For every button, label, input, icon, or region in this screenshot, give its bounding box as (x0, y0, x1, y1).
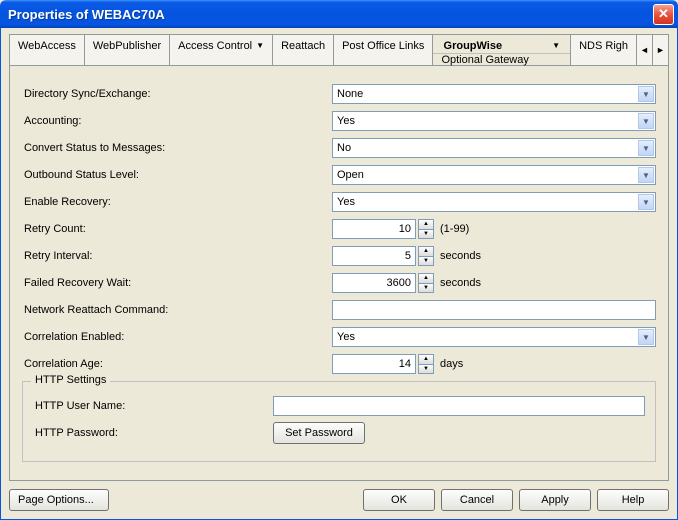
convert-status-select[interactable]: No▼ (332, 138, 656, 158)
retry-count-suffix: (1-99) (440, 223, 469, 235)
tab-bar: WebAccess WebPublisher Access Control▼ R… (9, 34, 669, 66)
tab-access-control[interactable]: Access Control▼ (170, 35, 273, 65)
chevron-up-icon[interactable]: ▲ (418, 219, 434, 229)
enable-recovery-select[interactable]: Yes▼ (332, 192, 656, 212)
correlation-age-suffix: days (440, 358, 463, 370)
chevron-down-icon: ▼ (638, 194, 654, 210)
set-password-button[interactable]: Set Password (273, 422, 365, 444)
retry-interval-suffix: seconds (440, 250, 481, 262)
retry-count-label: Retry Count: (22, 223, 332, 235)
correlation-enabled-select[interactable]: Yes▼ (332, 327, 656, 347)
accounting-label: Accounting: (22, 115, 332, 127)
http-settings-legend: HTTP Settings (31, 374, 110, 386)
http-username-input[interactable] (273, 396, 645, 416)
accounting-select[interactable]: Yes▼ (332, 111, 656, 131)
correlation-age-spinner[interactable]: ▲▼ (418, 354, 434, 374)
cancel-button[interactable]: Cancel (441, 489, 513, 511)
network-reattach-input[interactable] (332, 300, 656, 320)
correlation-age-input[interactable]: 14 (332, 354, 416, 374)
chevron-down-icon: ▼ (638, 140, 654, 156)
correlation-age-label: Correlation Age: (22, 358, 332, 370)
chevron-down-icon[interactable]: ▼ (418, 283, 434, 294)
chevron-up-icon[interactable]: ▲ (418, 273, 434, 283)
ok-button[interactable]: OK (363, 489, 435, 511)
tab-scroll-left-icon[interactable]: ◄ (636, 35, 652, 65)
chevron-up-icon[interactable]: ▲ (418, 246, 434, 256)
enable-recovery-label: Enable Recovery: (22, 196, 332, 208)
directory-sync-select[interactable]: None▼ (332, 84, 656, 104)
window-title: Properties of WEBAC70A (8, 7, 653, 22)
outbound-status-select[interactable]: Open▼ (332, 165, 656, 185)
http-username-label: HTTP User Name: (33, 400, 273, 412)
http-settings-fieldset: HTTP Settings HTTP User Name: HTTP Passw… (22, 381, 656, 462)
retry-interval-input[interactable]: 5 (332, 246, 416, 266)
chevron-down-icon: ▼ (256, 39, 264, 53)
titlebar: Properties of WEBAC70A ✕ (0, 0, 678, 28)
tab-scroll-right-icon[interactable]: ► (652, 35, 668, 65)
failed-recovery-suffix: seconds (440, 277, 481, 289)
tab-webpublisher[interactable]: WebPublisher (85, 35, 170, 65)
chevron-up-icon[interactable]: ▲ (418, 354, 434, 364)
chevron-down-icon: ▼ (638, 329, 654, 345)
tab-reattach[interactable]: Reattach (273, 35, 334, 65)
convert-status-label: Convert Status to Messages: (22, 142, 332, 154)
apply-button[interactable]: Apply (519, 489, 591, 511)
chevron-down-icon: ▼ (638, 113, 654, 129)
help-button[interactable]: Help (597, 489, 669, 511)
tab-post-office-links[interactable]: Post Office Links (334, 35, 433, 65)
retry-count-input[interactable]: 10 (332, 219, 416, 239)
correlation-enabled-label: Correlation Enabled: (22, 331, 332, 343)
main-panel: Directory Sync/Exchange: None▼ Accountin… (9, 66, 669, 481)
directory-sync-label: Directory Sync/Exchange: (22, 88, 332, 100)
failed-recovery-label: Failed Recovery Wait: (22, 277, 332, 289)
failed-recovery-spinner[interactable]: ▲▼ (418, 273, 434, 293)
retry-interval-label: Retry Interval: (22, 250, 332, 262)
network-reattach-label: Network Reattach Command: (22, 304, 332, 316)
page-options-button[interactable]: Page Options... (9, 489, 109, 511)
outbound-status-label: Outbound Status Level: (22, 169, 332, 181)
failed-recovery-input[interactable]: 3600 (332, 273, 416, 293)
tab-nds-rights[interactable]: NDS Righ (571, 35, 636, 65)
retry-interval-spinner[interactable]: ▲▼ (418, 246, 434, 266)
window-content: WebAccess WebPublisher Access Control▼ R… (0, 28, 678, 520)
chevron-down-icon: ▼ (552, 39, 560, 53)
close-icon[interactable]: ✕ (653, 4, 674, 25)
bottom-bar: Page Options... OK Cancel Apply Help (9, 481, 669, 511)
chevron-down-icon: ▼ (638, 86, 654, 102)
tab-webaccess[interactable]: WebAccess (10, 35, 85, 65)
retry-count-spinner[interactable]: ▲▼ (418, 219, 434, 239)
chevron-down-icon[interactable]: ▼ (418, 364, 434, 375)
tab-groupwise[interactable]: GroupWise▼ (433, 35, 570, 53)
chevron-down-icon[interactable]: ▼ (418, 229, 434, 240)
http-password-label: HTTP Password: (33, 427, 273, 439)
chevron-down-icon: ▼ (638, 167, 654, 183)
chevron-down-icon[interactable]: ▼ (418, 256, 434, 267)
